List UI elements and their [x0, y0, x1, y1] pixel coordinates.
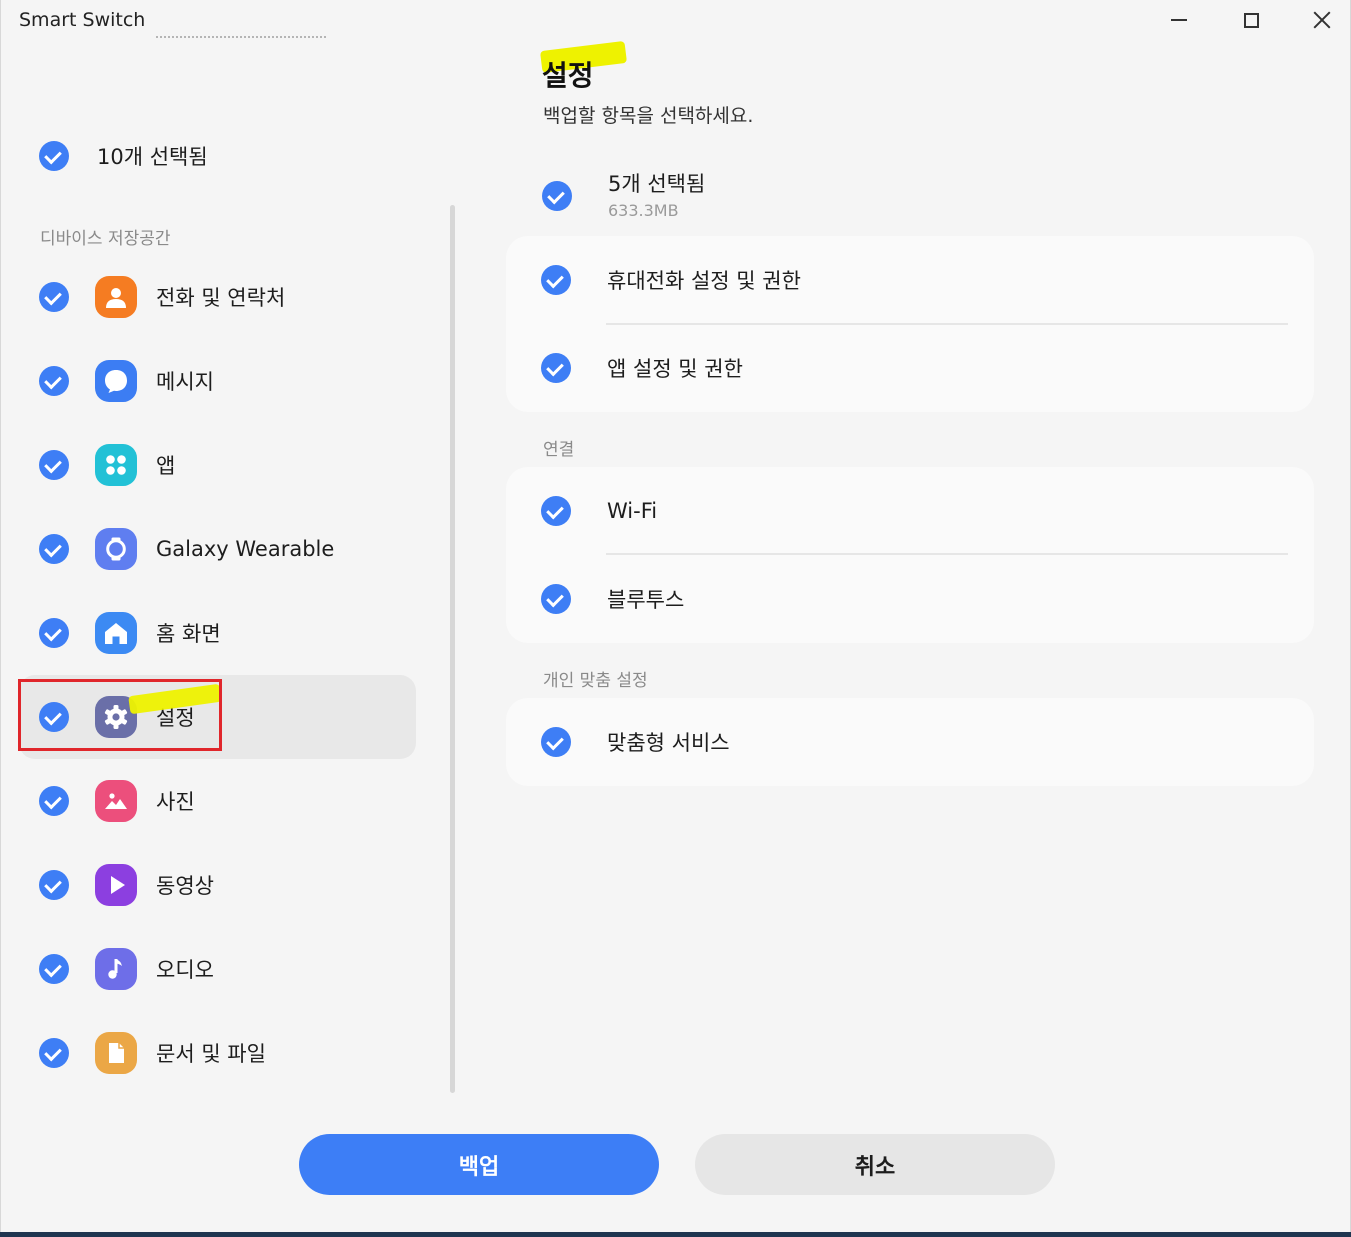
settings-card-phone: 휴대전화 설정 및 권한 앱 설정 및 권한 — [506, 236, 1314, 412]
category-videos[interactable]: 동영상 — [19, 843, 416, 927]
apps-icon — [95, 444, 137, 486]
backup-button[interactable]: 백업 — [299, 1134, 659, 1195]
setting-item-wifi[interactable]: Wi-Fi — [506, 467, 1314, 555]
category-documents[interactable]: 문서 및 파일 — [19, 1011, 416, 1095]
category-label: 메시지 — [156, 370, 214, 394]
category-contacts[interactable]: 전화 및 연락처 — [19, 255, 416, 339]
check-icon[interactable] — [39, 282, 69, 312]
select-all-label: 5개 선택됨 — [608, 172, 706, 196]
setting-item-label: 휴대전화 설정 및 권한 — [607, 269, 801, 293]
check-icon[interactable] — [39, 618, 69, 648]
maximize-button[interactable] — [1221, 0, 1281, 40]
check-icon[interactable] — [541, 496, 571, 526]
check-icon[interactable] — [39, 954, 69, 984]
close-button[interactable] — [1292, 0, 1351, 40]
title-bar: Smart Switch — [1, 0, 1350, 40]
minimize-icon — [1171, 19, 1187, 21]
cancel-button[interactable]: 취소 — [695, 1134, 1055, 1195]
category-photos[interactable]: 사진 — [19, 759, 416, 843]
music-icon — [95, 948, 137, 990]
check-icon[interactable] — [541, 353, 571, 383]
check-icon[interactable] — [39, 1038, 69, 1068]
home-icon — [95, 612, 137, 654]
title-ghost-text — [156, 36, 326, 44]
settings-card-personalization: 맞춤형 서비스 — [506, 698, 1314, 786]
page-subtitle: 백업할 항목을 선택하세요. — [543, 105, 754, 127]
watch-icon — [95, 528, 137, 570]
setting-item-app-settings[interactable]: 앱 설정 및 권한 — [506, 324, 1314, 412]
setting-item-label: 앱 설정 및 권한 — [607, 357, 743, 381]
setting-item-label: Wi-Fi — [607, 499, 658, 523]
category-label: 사진 — [156, 790, 195, 814]
taskbar-edge — [0, 1232, 1351, 1237]
check-icon[interactable] — [39, 141, 69, 171]
check-icon[interactable] — [39, 450, 69, 480]
check-icon[interactable] — [39, 366, 69, 396]
check-icon[interactable] — [541, 265, 571, 295]
connection-section-label: 연결 — [543, 440, 575, 460]
category-label: 문서 및 파일 — [156, 1042, 266, 1066]
select-all-settings[interactable]: 5개 선택됨 633.3MB — [542, 168, 705, 220]
category-label: 오디오 — [156, 958, 214, 982]
setting-item-bluetooth[interactable]: 블루투스 — [506, 555, 1314, 643]
category-label: 앱 — [156, 454, 176, 478]
photo-icon — [95, 780, 137, 822]
settings-card-connection: Wi-Fi 블루투스 — [506, 467, 1314, 643]
select-all-categories[interactable]: 10개 선택됨 — [39, 141, 208, 171]
message-icon — [95, 360, 137, 402]
close-icon — [1313, 11, 1331, 29]
setting-item-label: 맞춤형 서비스 — [607, 731, 730, 755]
personalization-section-label: 개인 맞춤 설정 — [543, 671, 648, 691]
minimize-button[interactable] — [1149, 0, 1209, 40]
contact-icon — [95, 276, 137, 318]
device-storage-label: 디바이스 저장공간 — [40, 229, 171, 249]
maximize-icon — [1243, 12, 1259, 28]
category-messages[interactable]: 메시지 — [19, 339, 416, 423]
category-label: Galaxy Wearable — [156, 537, 335, 561]
select-all-label: 10개 선택됨 — [97, 145, 208, 169]
check-icon[interactable] — [39, 786, 69, 816]
category-apps[interactable]: 앱 — [19, 423, 416, 507]
check-icon[interactable] — [541, 727, 571, 757]
page-title: 설정 — [542, 59, 594, 92]
check-icon[interactable] — [39, 702, 69, 732]
total-size: 633.3MB — [608, 201, 679, 220]
setting-item-customization-service[interactable]: 맞춤형 서비스 — [506, 698, 1314, 786]
check-icon[interactable] — [541, 584, 571, 614]
category-home-screen[interactable]: 홈 화면 — [19, 591, 416, 675]
category-label: 홈 화면 — [156, 622, 221, 646]
smart-switch-window: Smart Switch 10개 선택됨 디바이스 저장공간 전화 및 연락처 … — [0, 0, 1351, 1232]
category-audio[interactable]: 오디오 — [19, 927, 416, 1011]
app-title: Smart Switch — [19, 9, 146, 31]
select-all-text: 5개 선택됨 633.3MB — [608, 168, 705, 220]
check-icon[interactable] — [39, 870, 69, 900]
category-label: 동영상 — [156, 874, 214, 898]
category-label: 전화 및 연락처 — [156, 286, 286, 310]
setting-item-phone-settings[interactable]: 휴대전화 설정 및 권한 — [506, 236, 1314, 324]
check-icon[interactable] — [39, 534, 69, 564]
setting-item-label: 블루투스 — [607, 588, 685, 612]
document-icon — [95, 1032, 137, 1074]
check-icon[interactable] — [542, 181, 572, 211]
left-scrollbar[interactable] — [450, 205, 455, 1093]
category-galaxy-wearable[interactable]: Galaxy Wearable — [19, 507, 416, 591]
video-icon — [95, 864, 137, 906]
